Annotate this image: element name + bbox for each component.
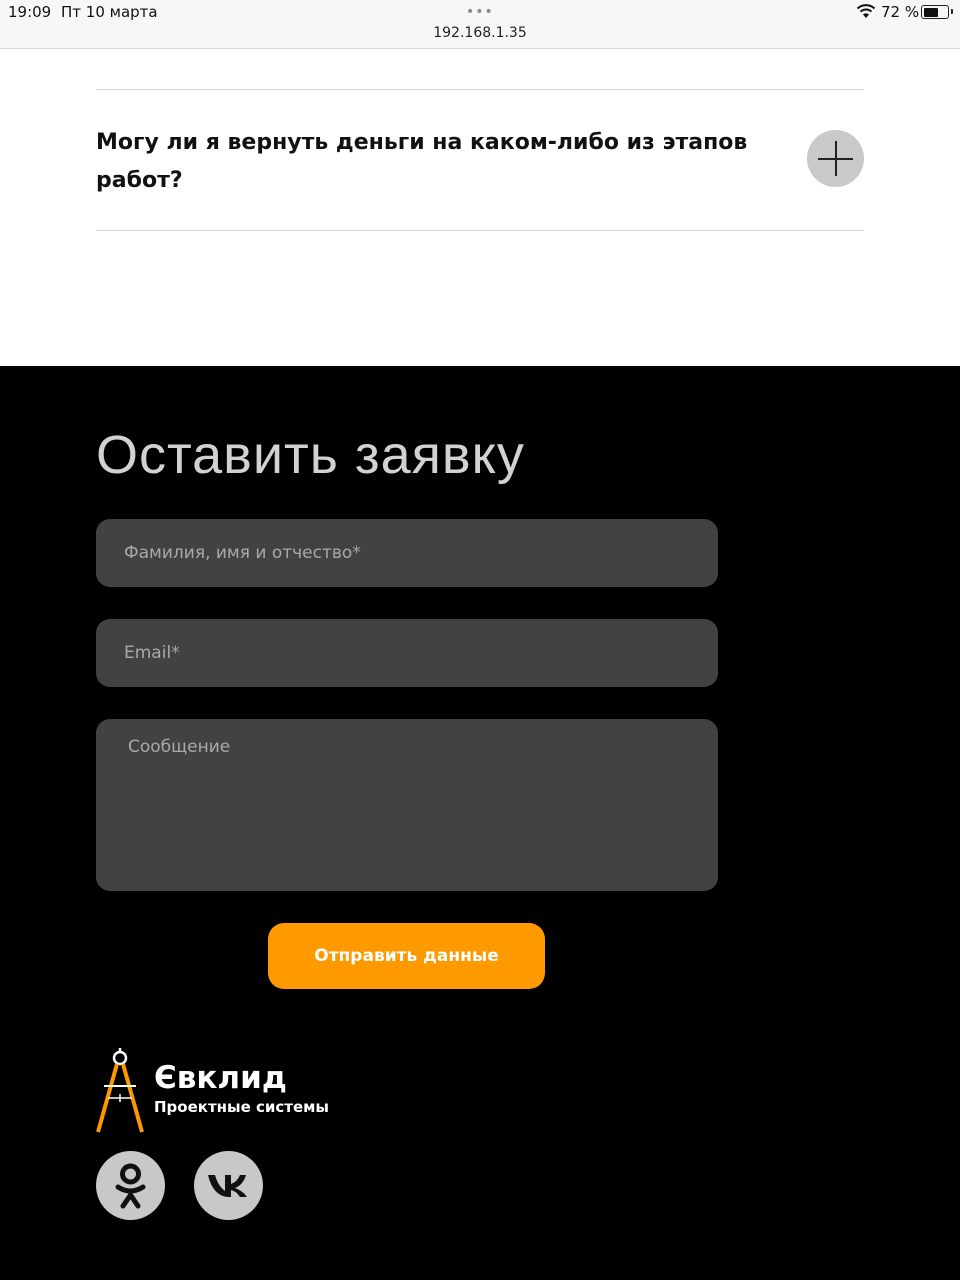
odnoklassniki-icon[interactable] [96, 1151, 165, 1220]
battery-tip [951, 9, 953, 14]
faq-divider [96, 89, 864, 90]
email-input[interactable] [96, 619, 718, 687]
battery-percent: 72 % [881, 3, 920, 21]
message-textarea[interactable] [96, 719, 718, 891]
full-name-input[interactable] [96, 519, 718, 587]
faq-question[interactable]: Могу ли я вернуть деньги на каком-либо и… [96, 124, 776, 200]
submit-button[interactable]: Отправить данные [268, 923, 545, 989]
status-bar: 19:09 Пт 10 марта ••• 192.168.1.35 72 % [0, 0, 960, 49]
brand-name[interactable]: Євклид [154, 1060, 287, 1096]
brand-tagline: Проектные системы [154, 1098, 329, 1116]
status-date: Пт 10 марта [61, 3, 158, 21]
plus-icon[interactable] [807, 130, 864, 187]
vk-icon[interactable] [194, 1151, 263, 1220]
more-dots-icon[interactable]: ••• [466, 4, 494, 20]
plus-vertical [835, 141, 837, 176]
battery-level [923, 7, 938, 17]
address-bar-url[interactable]: 192.168.1.35 [0, 25, 960, 41]
form-title: Оставить заявку [96, 425, 525, 485]
status-time: 19:09 [8, 3, 52, 21]
battery-icon [921, 5, 949, 19]
faq-divider [96, 230, 864, 231]
compass-icon [96, 1048, 144, 1133]
wifi-icon [856, 4, 876, 18]
